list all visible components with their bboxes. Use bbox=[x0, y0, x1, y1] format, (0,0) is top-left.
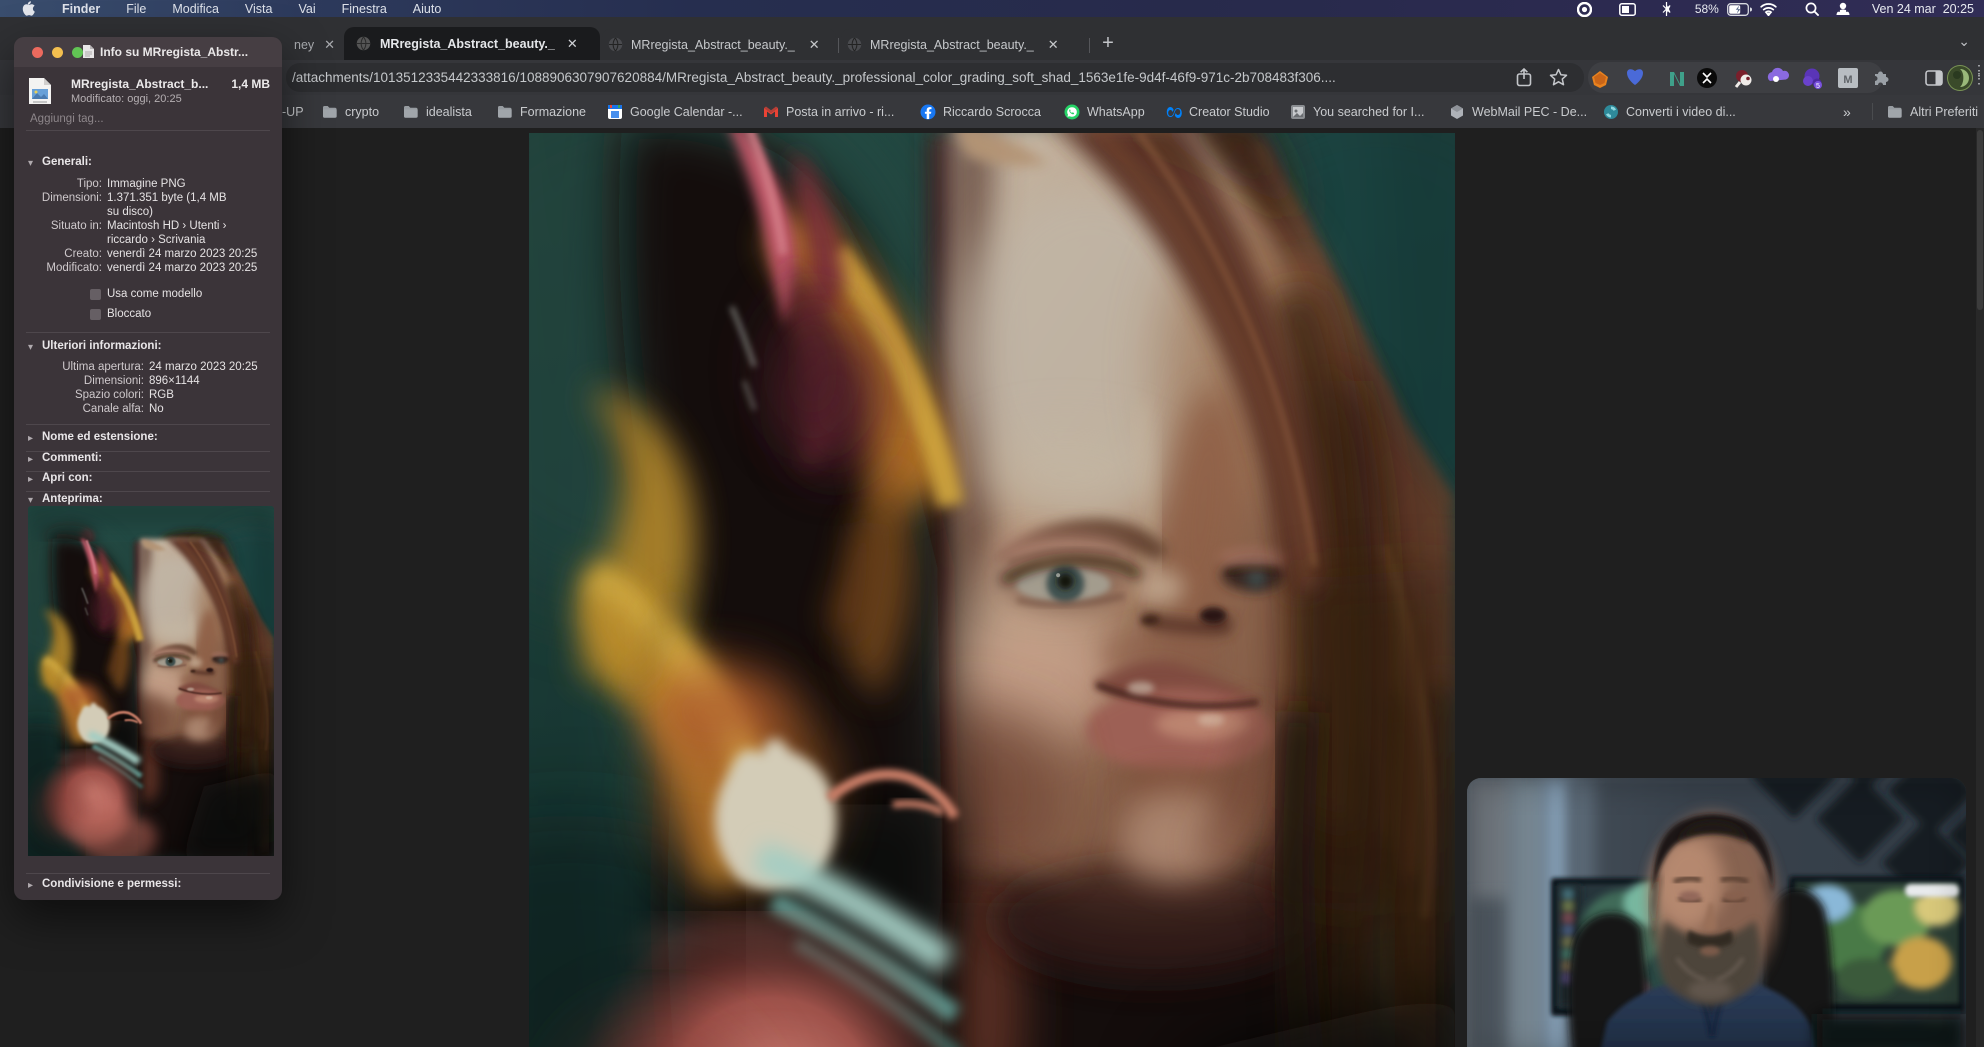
svg-text:5: 5 bbox=[1816, 83, 1820, 90]
svg-text:M: M bbox=[1843, 74, 1852, 86]
